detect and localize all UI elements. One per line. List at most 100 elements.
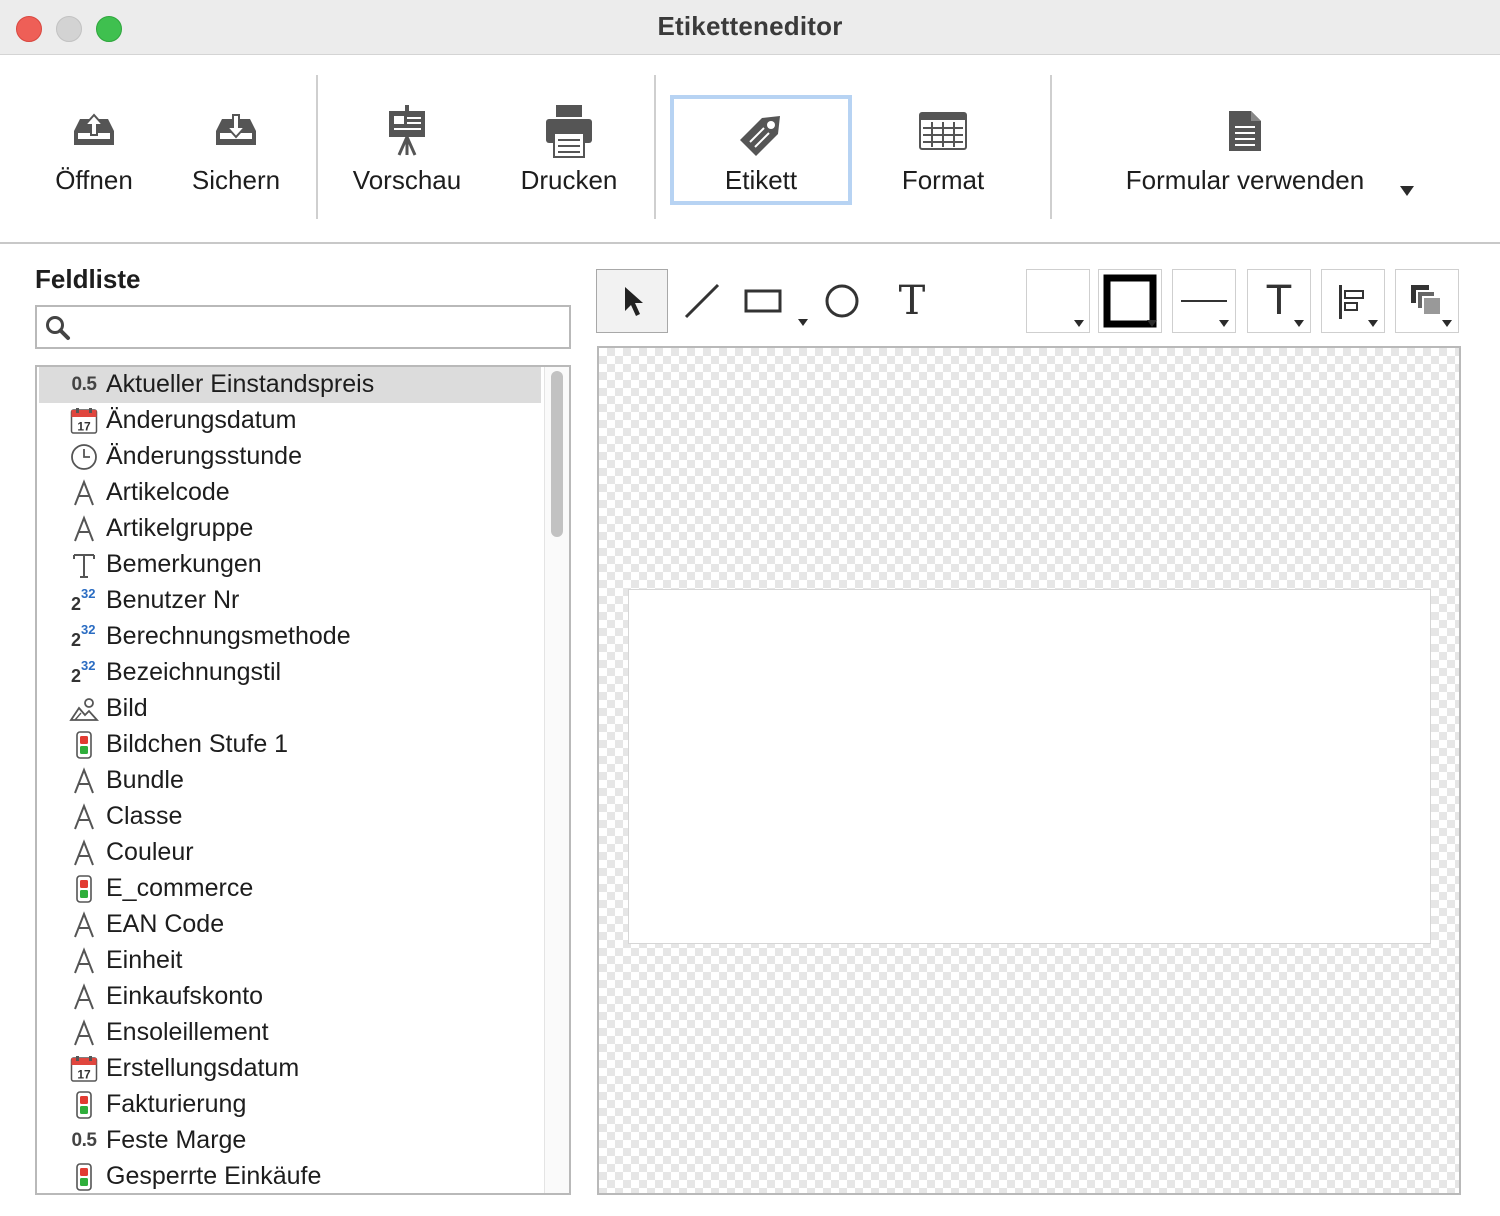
list-item[interactable]: 2 32 Benutzer Nr: [39, 583, 541, 619]
field-search-box[interactable]: [35, 305, 571, 349]
field-list[interactable]: Gesperrte Einkäufe 0.5 Feste Marge Fakturie…: [35, 365, 571, 1195]
text-style-dropdown-icon[interactable]: [1294, 320, 1304, 327]
list-item-label: Bezeichnungstil: [106, 658, 282, 686]
align-left-icon: [1339, 285, 1364, 319]
open-button[interactable]: Öffnen: [40, 95, 148, 205]
list-item[interactable]: Ensoleillement: [39, 1015, 541, 1051]
list-item[interactable]: Artikelgruppe: [39, 511, 541, 547]
list-item-icon: 2 32: [69, 658, 99, 688]
print-button-label: Drucken: [520, 165, 618, 195]
list-item[interactable]: 17 Erstellungsdatum: [39, 1051, 541, 1087]
list-item-icon: [69, 442, 99, 472]
list-item[interactable]: 2 32 Bezeichnungstil: [39, 655, 541, 691]
calendar-icon: 17: [70, 1056, 98, 1082]
alpha-icon: [74, 839, 94, 866]
alpha-icon: [74, 479, 94, 506]
list-item[interactable]: Fakturierung: [39, 1087, 541, 1123]
alpha-icon: [74, 1019, 94, 1046]
boolean-icon: [76, 875, 92, 903]
alignment-picker[interactable]: [1321, 269, 1385, 333]
title-bar: Etiketteneditor: [0, 0, 1500, 55]
integer-icon: 2 32: [71, 658, 96, 686]
printer-icon: [508, 103, 630, 159]
decimal-icon: 0.5: [71, 374, 97, 395]
presentation-easel-icon: [344, 103, 470, 159]
layers-stack-icon: [1411, 285, 1442, 316]
alpha-icon: [74, 767, 94, 794]
list-item[interactable]: E_commerce: [39, 871, 541, 907]
ellipse-tool[interactable]: [814, 269, 870, 333]
list-item[interactable]: Einkaufskonto: [39, 979, 541, 1015]
list-item[interactable]: Bundle: [39, 763, 541, 799]
list-item[interactable]: Änderungsstunde: [39, 439, 541, 475]
print-button[interactable]: Drucken: [508, 95, 630, 205]
list-item[interactable]: 17 Änderungsdatum: [39, 403, 541, 439]
fill-color-dropdown-icon[interactable]: [1074, 320, 1084, 327]
list-item[interactable]: 0.5 Feste Marge: [39, 1123, 541, 1159]
list-item-label: Änderungsstunde: [106, 442, 302, 470]
list-item-icon: 0.5: [69, 1126, 99, 1156]
download-tray-icon: [180, 103, 292, 159]
upload-tray-icon: [40, 103, 148, 159]
arrange-dropdown-icon[interactable]: [1442, 320, 1452, 327]
label-design-area[interactable]: [628, 589, 1431, 944]
arrange-picker[interactable]: [1395, 269, 1459, 333]
list-item[interactable]: Bemerkungen: [39, 547, 541, 583]
format-button[interactable]: Format: [878, 95, 1008, 205]
rectangle-tool[interactable]: [736, 269, 812, 333]
field-search-input[interactable]: [83, 313, 557, 343]
list-item-icon: [69, 910, 99, 940]
list-item[interactable]: Classe: [39, 799, 541, 835]
save-button[interactable]: Sichern: [180, 95, 292, 205]
list-item-label: Gesperrte Einkäufe: [106, 1162, 322, 1190]
border-color-dropdown-icon[interactable]: [1147, 320, 1157, 327]
label-button[interactable]: Etikett: [670, 95, 852, 205]
line-style-picker[interactable]: [1172, 269, 1236, 333]
line-tool[interactable]: [674, 269, 730, 333]
list-item-icon: [69, 478, 99, 508]
toolbar-separator: [1050, 75, 1052, 219]
fill-color-picker[interactable]: [1026, 269, 1090, 333]
list-item-label: Artikelgruppe: [106, 514, 254, 542]
list-item-icon: [69, 946, 99, 976]
list-item[interactable]: 2 32 Berechnungsmethode: [39, 619, 541, 655]
document-icon: [1100, 103, 1390, 159]
list-item[interactable]: Einheit: [39, 943, 541, 979]
list-item[interactable]: Gesperrte Einkäufe: [39, 1159, 541, 1193]
list-item[interactable]: Bild: [39, 691, 541, 727]
list-item-label: Classe: [106, 802, 183, 830]
text-style-picker[interactable]: T: [1247, 269, 1311, 333]
pointer-tool[interactable]: [596, 269, 668, 333]
list-item-icon: [69, 802, 99, 832]
use-form-dropdown-arrow-icon[interactable]: [1400, 186, 1414, 196]
boolean-icon: [76, 731, 92, 759]
list-item-icon: 17: [69, 1054, 99, 1084]
preview-button[interactable]: Vorschau: [344, 95, 470, 205]
list-item-icon: 0.5: [69, 370, 99, 400]
list-item[interactable]: Bildchen Stufe 1: [39, 727, 541, 763]
search-icon: [45, 315, 71, 346]
integer-icon: 2 32: [71, 622, 96, 650]
rectangle-tool-dropdown-icon[interactable]: [798, 319, 808, 326]
alignment-dropdown-icon[interactable]: [1368, 320, 1378, 327]
list-item[interactable]: Couleur: [39, 835, 541, 871]
list-item[interactable]: Artikelcode: [39, 475, 541, 511]
list-item-label: Erstellungsdatum: [106, 1054, 300, 1082]
text-icon: [73, 554, 95, 578]
list-item[interactable]: 0.5 Aktueller Einstandspreis: [39, 367, 541, 403]
list-item-icon: [69, 982, 99, 1012]
list-item-icon: [69, 838, 99, 868]
field-list-scroll-thumb[interactable]: [551, 371, 563, 537]
list-item[interactable]: EAN Code: [39, 907, 541, 943]
line-weight-icon: [1181, 300, 1227, 302]
field-list-scrollbar[interactable]: [544, 367, 569, 1193]
line-style-dropdown-icon[interactable]: [1219, 320, 1229, 327]
use-form-button[interactable]: Formular verwenden: [1100, 95, 1390, 205]
preview-button-label: Vorschau: [352, 165, 462, 195]
main-toolbar: Öffnen Sichern Vorschau Drucken Etikett …: [0, 55, 1500, 244]
text-tool[interactable]: T: [882, 269, 942, 333]
boolean-icon: [76, 1091, 92, 1119]
svg-text:17: 17: [77, 1068, 91, 1082]
arrow-pointer-icon: [625, 287, 643, 316]
border-color-picker[interactable]: [1098, 269, 1162, 333]
